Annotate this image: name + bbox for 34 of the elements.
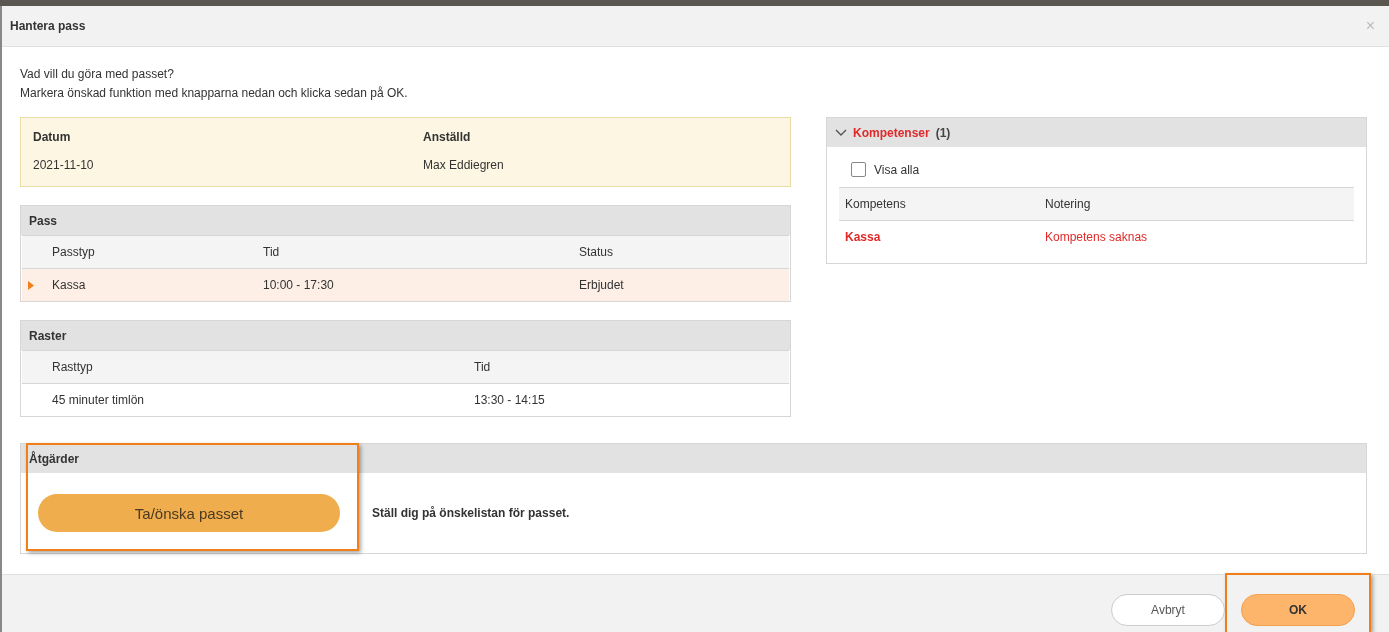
field-label: Datum bbox=[33, 130, 72, 144]
table-cell: 45 minuter timlön bbox=[52, 383, 474, 416]
column-header: Tid bbox=[474, 350, 789, 384]
column-header: Notering bbox=[1039, 187, 1354, 221]
column-header: Kompetens bbox=[839, 187, 1039, 221]
count-label: (1) bbox=[935, 125, 951, 140]
field-value: 2021-11-10 bbox=[33, 158, 95, 172]
cancel-button[interactable]: Avbryt bbox=[1111, 594, 1225, 626]
chevron-icon[interactable] bbox=[835, 128, 847, 137]
column-header: Rasttyp bbox=[52, 350, 474, 384]
column-header: Passtyp bbox=[52, 235, 263, 269]
column-header: Status bbox=[579, 235, 789, 269]
ok-button[interactable]: OK bbox=[1241, 594, 1355, 626]
checkbox-label: Visa alla bbox=[874, 162, 920, 177]
column-header: Tid bbox=[263, 235, 579, 269]
take-shift-button[interactable]: Ta/önska passet bbox=[38, 494, 340, 532]
field-label: Anställd bbox=[423, 130, 472, 144]
table-cell: Kassa bbox=[839, 220, 1039, 253]
table-cell: 10:00 - 17:30 bbox=[263, 268, 579, 301]
checkbox[interactable] bbox=[851, 162, 866, 177]
panel-title: Kompetenser bbox=[853, 125, 930, 140]
window-title: Hantera pass bbox=[10, 19, 86, 33]
field-value: Max Eddiegren bbox=[423, 158, 505, 172]
table-cell: 13:30 - 14:15 bbox=[474, 383, 789, 416]
instruction-text: Vad vill du göra med passet? bbox=[20, 66, 175, 83]
table-cell: Erbjudet bbox=[579, 268, 789, 301]
instruction-text: Markera önskad funktion med knapparna nedan och klicka sedan på OK. bbox=[20, 85, 409, 102]
table-cell: Kassa bbox=[52, 268, 263, 301]
panel-title: Pass bbox=[29, 213, 58, 228]
action-description: Ställ dig på önskelistan för passet. bbox=[372, 506, 570, 520]
caret-icon bbox=[28, 280, 34, 290]
panel-title: Åtgärder bbox=[29, 451, 79, 466]
panel-title: Raster bbox=[29, 328, 67, 343]
table-cell: Kompetens saknas bbox=[1039, 220, 1354, 253]
